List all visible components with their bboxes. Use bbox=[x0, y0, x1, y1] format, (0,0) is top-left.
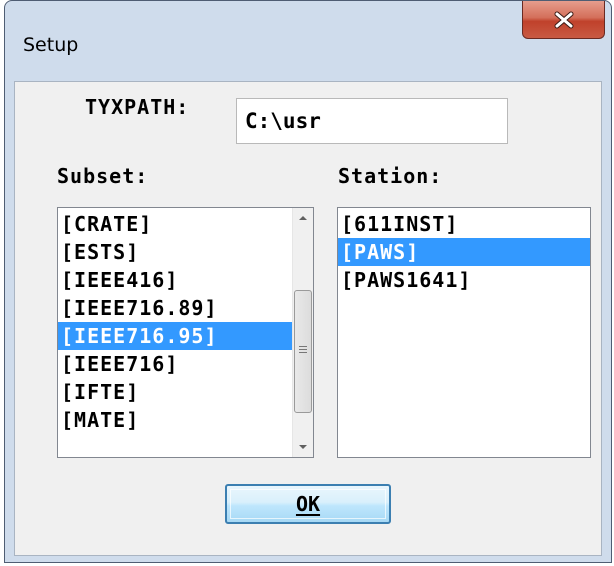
station-list-item[interactable]: [PAWS1641] bbox=[338, 266, 590, 294]
close-x-icon bbox=[554, 11, 574, 29]
subset-list-item[interactable]: [IFTE] bbox=[58, 378, 293, 406]
ok-button[interactable]: OK bbox=[225, 484, 391, 524]
station-label: Station: bbox=[338, 164, 443, 188]
grip-line bbox=[299, 346, 307, 347]
scroll-down-arrow-icon[interactable] bbox=[293, 437, 313, 457]
scrollbar-thumb[interactable] bbox=[294, 290, 312, 413]
subset-scrollbar[interactable] bbox=[292, 208, 313, 457]
ok-button-label: OK bbox=[295, 492, 321, 516]
station-list-item-selected[interactable]: [PAWS] bbox=[338, 238, 590, 266]
title-bar[interactable]: Setup bbox=[5, 1, 611, 87]
subset-list-item[interactable]: [ESTS] bbox=[58, 238, 293, 266]
subset-listbox[interactable]: [CRATE] [ESTS] [IEEE416] [IEEE716.89] [I… bbox=[57, 207, 314, 458]
grip-line bbox=[299, 349, 307, 350]
station-list-item[interactable]: [611INST] bbox=[338, 210, 590, 238]
subset-list-item[interactable]: [MATE] bbox=[58, 406, 293, 434]
tyxpath-label: TYXPATH: bbox=[85, 95, 190, 119]
scroll-up-arrow-icon[interactable] bbox=[293, 208, 313, 228]
dialog-client-area: TYXPATH: Subset: Station: [CRATE] [ESTS]… bbox=[14, 81, 602, 556]
subset-list-item[interactable]: [IEEE416] bbox=[58, 266, 293, 294]
subset-list-item-selected[interactable]: [IEEE716.95] bbox=[58, 322, 293, 350]
close-button[interactable] bbox=[522, 1, 605, 39]
subset-list-item[interactable]: [CRATE] bbox=[58, 210, 293, 238]
station-listbox[interactable]: [611INST] [PAWS] [PAWS1641] bbox=[337, 207, 591, 458]
window-title: Setup bbox=[23, 34, 79, 56]
setup-dialog: Setup TYXPATH: Subset: Station: [CRATE] … bbox=[4, 0, 612, 563]
grip-line bbox=[299, 352, 307, 353]
subset-list-item[interactable]: [IEEE716] bbox=[58, 350, 293, 378]
subset-list-item[interactable]: [IEEE716.89] bbox=[58, 294, 293, 322]
tyxpath-input[interactable] bbox=[236, 98, 508, 144]
subset-label: Subset: bbox=[57, 164, 149, 188]
